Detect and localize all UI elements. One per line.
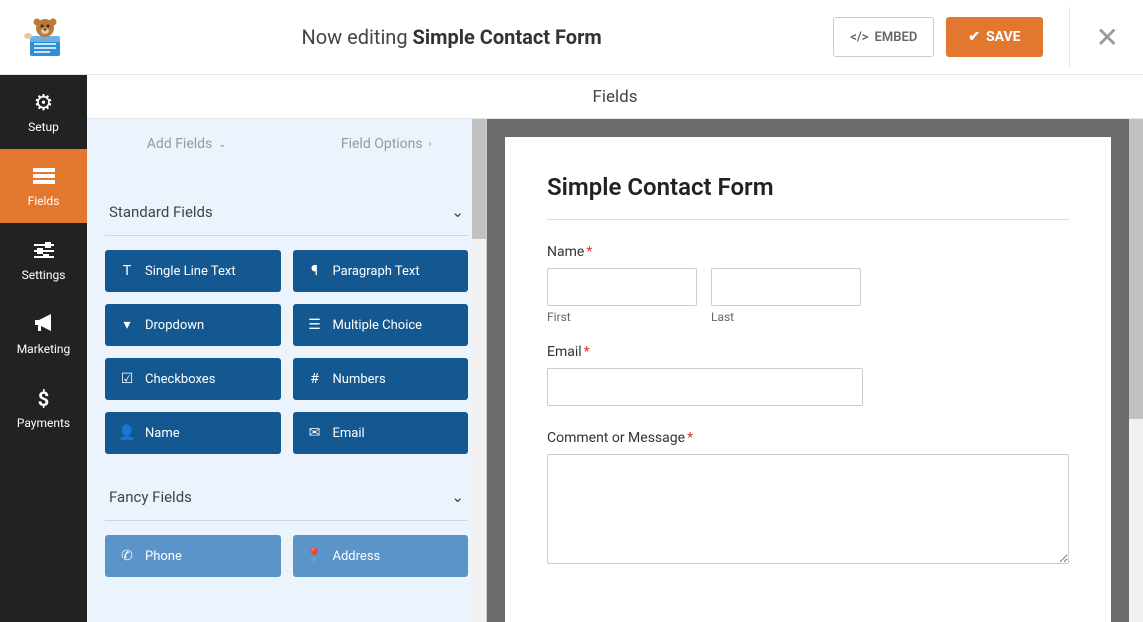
topbar: Now editing Simple Contact Form </> EMBE… (0, 0, 1143, 75)
first-name-input[interactable] (547, 268, 697, 306)
email-label: Email* (547, 344, 1069, 360)
sidenav: ⚙ Setup Fields Settings Marketing $ Paym… (0, 75, 87, 622)
separator (1069, 7, 1070, 67)
envelope-icon: ✉ (307, 425, 323, 441)
field-multiple-choice[interactable]: ☰Multiple Choice (293, 304, 469, 346)
last-name-input[interactable] (711, 268, 861, 306)
form-title: Simple Contact Form (547, 173, 1069, 201)
code-icon: </> (850, 30, 868, 45)
section-fancy-fields: Fancy Fields ⌄ ✆Phone 📍Address (105, 474, 468, 577)
section-standard-fields: Standard Fields ⌄ TSingle Line Text ¶Par… (105, 189, 468, 454)
sliders-icon (34, 239, 54, 264)
user-icon: 👤 (119, 425, 135, 441)
chevron-down-icon: ⌄ (218, 139, 226, 150)
field-paragraph-text[interactable]: ¶Paragraph Text (293, 250, 469, 292)
chevron-down-icon: ⌄ (451, 203, 464, 221)
check-icon: ✔ (968, 29, 980, 45)
dollar-icon: $ (38, 387, 49, 412)
scrollbar-thumb[interactable] (472, 119, 486, 239)
field-block-email: Email* (547, 344, 1069, 406)
field-checkboxes[interactable]: ☑Checkboxes (105, 358, 281, 400)
chevron-down-icon: ⌄ (451, 488, 464, 506)
sidenav-item-settings[interactable]: Settings (0, 223, 87, 297)
comment-textarea[interactable] (547, 454, 1069, 564)
field-name[interactable]: 👤Name (105, 412, 281, 454)
first-sublabel: First (547, 310, 697, 324)
page-title: Now editing Simple Contact Form (70, 25, 833, 49)
field-single-line-text[interactable]: TSingle Line Text (105, 250, 281, 292)
left-tabs: Add Fields ⌄ Field Options › (87, 119, 486, 169)
right-pane: Simple Contact Form Name* First (487, 119, 1143, 622)
panel: Fields Add Fields ⌄ Field Options › (87, 75, 1143, 622)
caret-square-icon: ▾ (119, 317, 135, 333)
required-asterisk: * (584, 344, 590, 360)
bullhorn-icon (33, 313, 55, 338)
chevron-right-icon: › (429, 139, 432, 150)
email-input[interactable] (547, 368, 863, 406)
sidenav-item-setup[interactable]: ⚙ Setup (0, 75, 87, 149)
field-email[interactable]: ✉Email (293, 412, 469, 454)
left-pane: Add Fields ⌄ Field Options › Standard Fi… (87, 119, 487, 622)
comment-label: Comment or Message* (547, 430, 1069, 446)
hash-icon: # (307, 371, 323, 387)
field-phone[interactable]: ✆Phone (105, 535, 281, 577)
editing-prefix: Now editing (301, 25, 407, 49)
sidenav-item-fields[interactable]: Fields (0, 149, 87, 223)
field-dropdown[interactable]: ▾Dropdown (105, 304, 281, 346)
field-address[interactable]: 📍Address (293, 535, 469, 577)
last-sublabel: Last (711, 310, 861, 324)
paragraph-icon: ¶ (307, 263, 323, 279)
tab-field-options[interactable]: Field Options › (287, 119, 487, 169)
required-asterisk: * (586, 244, 592, 260)
divider (547, 219, 1069, 220)
field-block-name: Name* First Last (547, 244, 1069, 324)
required-asterisk: * (687, 430, 693, 446)
gear-icon: ⚙ (34, 91, 54, 116)
main: ⚙ Setup Fields Settings Marketing $ Paym… (0, 75, 1143, 622)
phone-icon: ✆ (119, 548, 135, 564)
field-block-comment: Comment or Message* (547, 430, 1069, 568)
section-header-standard[interactable]: Standard Fields ⌄ (105, 189, 468, 236)
name-label: Name* (547, 244, 1069, 260)
top-actions: </> EMBED ✔ SAVE ✕ (833, 7, 1123, 67)
sidenav-item-payments[interactable]: $ Payments (0, 371, 87, 445)
marker-icon: 📍 (307, 548, 323, 564)
text-icon: T (119, 263, 135, 279)
list-icon (33, 165, 55, 190)
editing-form-name: Simple Contact Form (413, 25, 602, 49)
check-square-icon: ☑ (119, 371, 135, 387)
fancy-field-grid: ✆Phone 📍Address (105, 535, 468, 577)
scrollbar-thumb[interactable] (1129, 119, 1143, 419)
app-logo (20, 12, 70, 62)
panel-header: Fields (87, 75, 1143, 119)
field-numbers[interactable]: #Numbers (293, 358, 469, 400)
panel-body: Add Fields ⌄ Field Options › Standard Fi… (87, 119, 1143, 622)
embed-button[interactable]: </> EMBED (833, 17, 934, 57)
tab-add-fields[interactable]: Add Fields ⌄ (87, 119, 287, 169)
standard-field-grid: TSingle Line Text ¶Paragraph Text ▾Dropd… (105, 250, 468, 454)
section-header-fancy[interactable]: Fancy Fields ⌄ (105, 474, 468, 521)
list-ul-icon: ☰ (307, 317, 323, 333)
sidenav-item-marketing[interactable]: Marketing (0, 297, 87, 371)
close-button[interactable]: ✕ (1092, 21, 1123, 54)
save-button[interactable]: ✔ SAVE (946, 17, 1042, 57)
form-canvas: Simple Contact Form Name* First (505, 137, 1111, 622)
